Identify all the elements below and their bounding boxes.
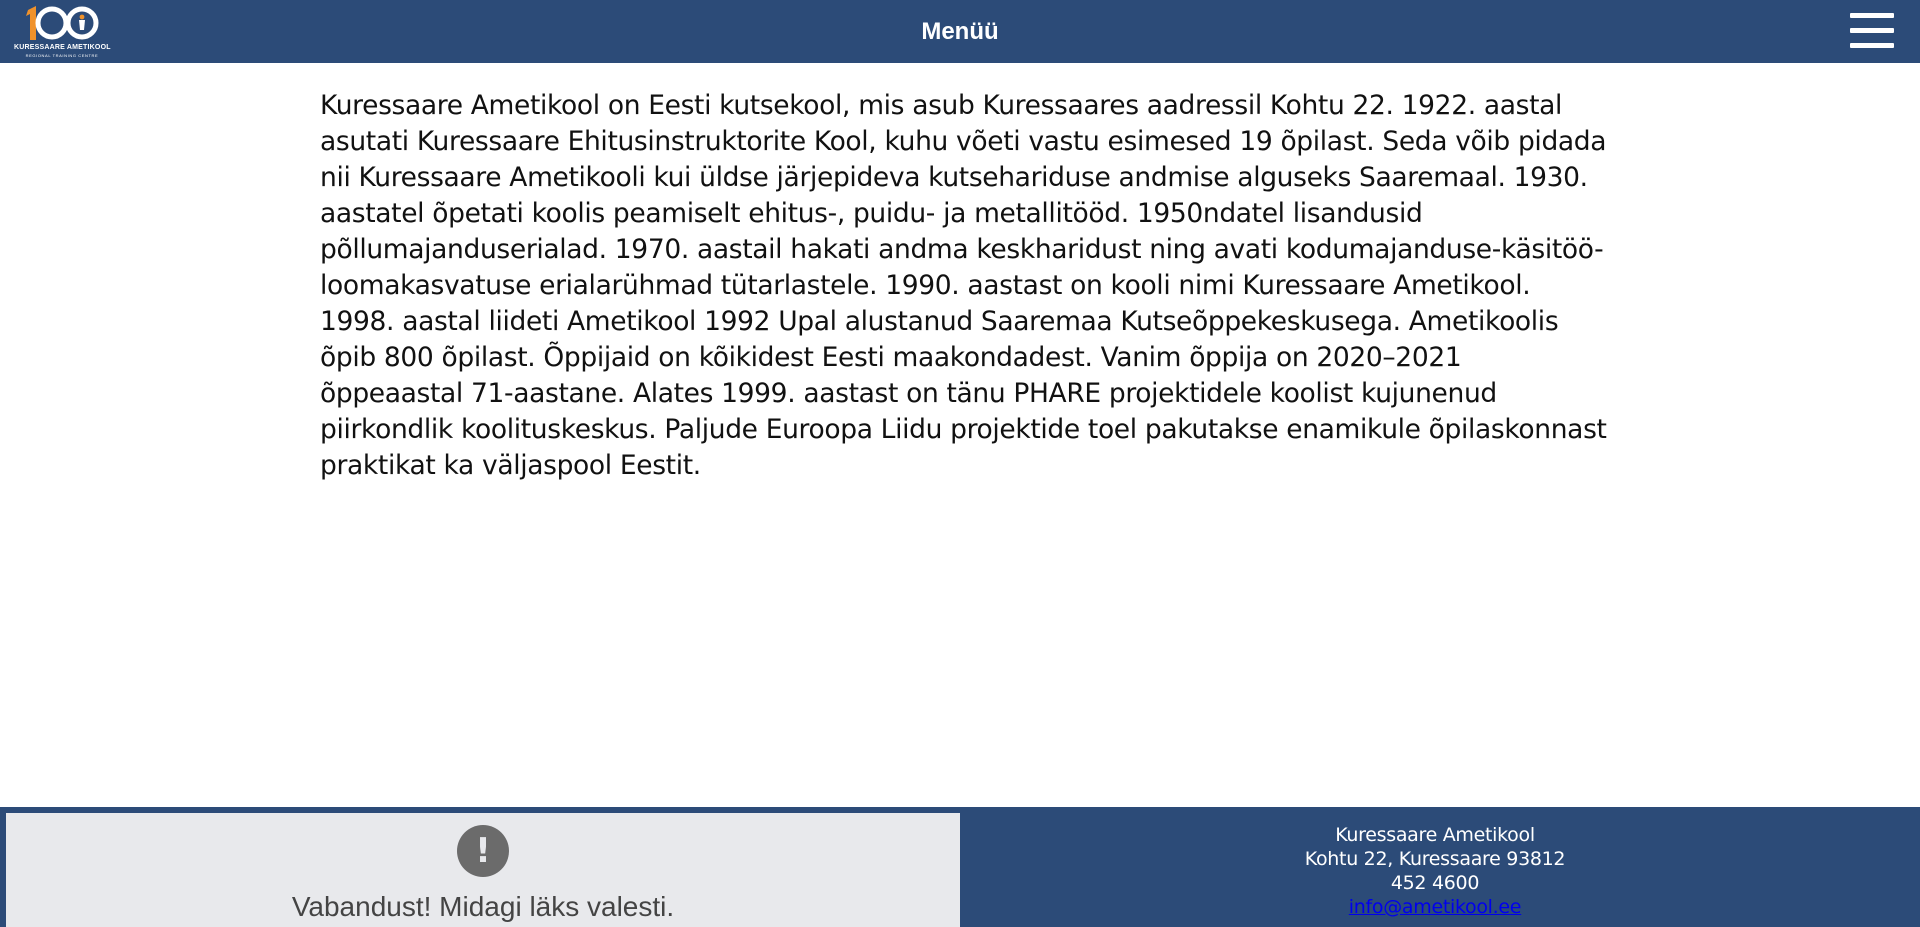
footer: ! Vabandust! Midagi läks valesti. Kuress… xyxy=(0,807,1920,927)
contact-address: Kohtu 22, Kuressaare 93812 xyxy=(1304,848,1566,870)
exclamation-icon: ! xyxy=(457,825,509,877)
hamburger-bar xyxy=(1850,13,1894,18)
logo-100-icon xyxy=(26,6,99,40)
school-description: Kuressaare Ametikool on Eesti kutsekool,… xyxy=(320,90,1607,481)
contact-info: Kuressaare Ametikool Kohtu 22, Kuressaar… xyxy=(1160,823,1710,919)
top-navbar: KURESSAARE AMETIKOOL REGIONAL TRAINING C… xyxy=(0,0,1920,63)
contact-email-link[interactable]: info@ametikool.ee xyxy=(1349,896,1522,918)
hamburger-bar xyxy=(1850,43,1894,48)
contact-school-name: Kuressaare Ametikool xyxy=(1335,824,1535,846)
contact-phone: 452 4600 xyxy=(1390,872,1480,894)
menu-title[interactable]: Menüü xyxy=(0,0,1920,63)
hamburger-icon[interactable] xyxy=(1850,13,1894,49)
error-message: Vabandust! Midagi läks valesti. xyxy=(291,891,675,922)
logo-subtitle: REGIONAL TRAINING CENTRE xyxy=(25,53,99,58)
error-panel: ! Vabandust! Midagi läks valesti. xyxy=(6,813,960,927)
school-logo[interactable]: KURESSAARE AMETIKOOL REGIONAL TRAINING C… xyxy=(14,4,111,60)
logo-school-name: KURESSAARE AMETIKOOL xyxy=(14,44,111,51)
hamburger-bar xyxy=(1850,28,1894,33)
